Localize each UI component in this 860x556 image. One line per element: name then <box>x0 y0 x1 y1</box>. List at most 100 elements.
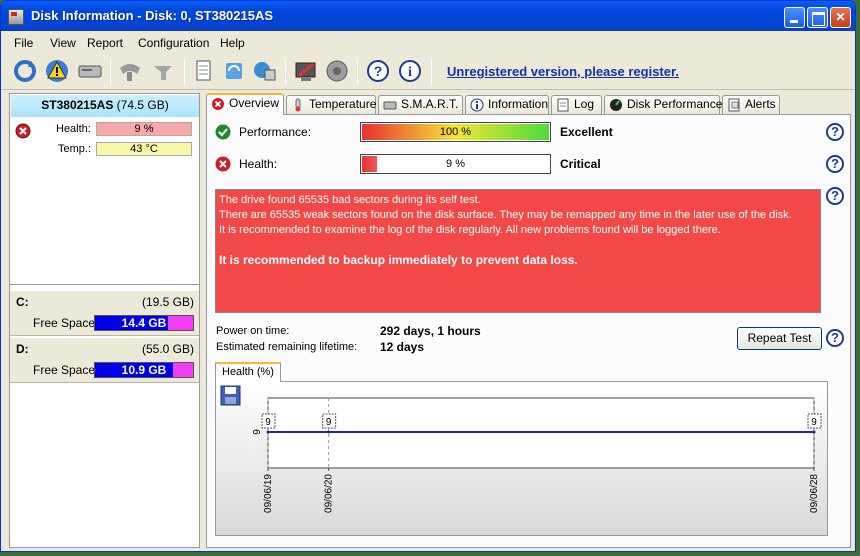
svg-text:?: ? <box>374 63 383 79</box>
pane-divider <box>10 284 199 285</box>
menu-file[interactable]: File <box>14 36 33 50</box>
toolbar-separator <box>110 59 111 85</box>
message-line: It is recommended to examine the log of … <box>219 224 721 236</box>
free-space-value: 14.4 GB <box>121 316 167 330</box>
data-point <box>327 430 331 434</box>
data-label: 9 <box>811 417 817 428</box>
sidebar-temp-value: 43 °C <box>130 143 158 155</box>
tab-disk-performance[interactable]: Disk Performance <box>604 95 722 114</box>
minimize-button[interactable] <box>784 7 805 28</box>
menu-configuration[interactable]: Configuration <box>138 36 209 50</box>
volume-size: (55.0 GB) <box>141 342 194 356</box>
menu-help[interactable]: Help <box>220 36 245 50</box>
log-icon <box>557 98 569 112</box>
volume-c[interactable]: C: (19.5 GB) Free Space 14.4 GB <box>10 291 199 336</box>
refresh-icon[interactable] <box>12 58 38 84</box>
free-space-bar: 14.4 GB <box>94 315 194 331</box>
performance-label: Performance: <box>239 125 312 139</box>
tab-label: Information <box>488 97 549 111</box>
critical-status-icon <box>15 123 31 139</box>
tab-label: Overview <box>229 96 280 110</box>
critical-icon <box>212 98 224 110</box>
thermometer-icon <box>295 98 301 112</box>
toolbar-separator <box>184 59 185 85</box>
toolbar-separator <box>357 59 358 85</box>
volume-letter: C: <box>16 295 29 309</box>
help-icon[interactable]: ? <box>826 187 844 205</box>
disk-app-icon <box>8 9 24 25</box>
data-point <box>266 430 270 434</box>
health-value: 9 % <box>446 158 465 170</box>
monitor-edit-icon[interactable] <box>293 58 319 84</box>
disk-list-pane: ST380215AS (74.5 GB) Health: 9 % Temp.: … <box>9 93 200 548</box>
alert-disk-icon[interactable] <box>44 58 70 84</box>
x-tick-label: 09/06/19 <box>263 474 274 513</box>
tab-overview[interactable]: Overview <box>206 93 284 115</box>
data-point <box>812 430 816 434</box>
speaker-icon[interactable] <box>324 58 350 84</box>
overview-panel: Performance: 100 % Excellent ? Health: 9… <box>206 114 851 548</box>
sync-icon[interactable] <box>221 58 247 84</box>
tab-label: S.M.A.R.T. <box>401 97 459 111</box>
hard-disk-icon <box>383 101 397 110</box>
tab-smart[interactable]: S.M.A.R.T. <box>378 95 463 114</box>
window-title: Disk Information - Disk: 0, ST380215AS <box>31 8 274 23</box>
menu-view[interactable]: View <box>50 36 76 50</box>
gauge-icon <box>610 99 622 111</box>
tab-label: Log <box>574 97 595 111</box>
svg-text:i: i <box>408 65 412 80</box>
info-icon <box>470 98 484 112</box>
free-space-label: Free Space <box>33 316 96 330</box>
performance-bar: 100 % <box>360 122 551 142</box>
data-label: 9 <box>326 417 332 428</box>
performance-value: 100 % <box>439 126 472 138</box>
sidebar-health-label: Health: <box>56 123 91 135</box>
health-status: Critical <box>560 157 601 171</box>
data-label: 9 <box>265 417 271 428</box>
menu-report[interactable]: Report <box>87 36 123 50</box>
tab-label: Alerts <box>745 97 776 111</box>
repeat-test-button[interactable]: Repeat Test <box>737 327 822 350</box>
ok-status-icon <box>215 124 231 140</box>
register-link[interactable]: Unregistered version, please register. <box>447 64 679 79</box>
tab-information[interactable]: Information <box>465 95 549 114</box>
tab-temperature[interactable]: Temperature <box>286 95 376 114</box>
health-bar: 9 % <box>360 154 551 174</box>
chart-tab-health[interactable]: Health (%) <box>215 362 281 382</box>
network-icon[interactable] <box>252 58 278 84</box>
help-icon[interactable]: ? <box>826 123 844 141</box>
disk-header[interactable]: ST380215AS (74.5 GB) <box>11 95 199 117</box>
health-chart: 9 9 9909/06/19 09/06/20 09/06/28 <box>252 397 822 513</box>
volume-d[interactable]: D: (55.0 GB) Free Space 10.9 GB <box>10 338 199 383</box>
backup-warning: It is recommended to backup immediately … <box>219 253 578 267</box>
message-line: There are 65535 weak sectors found on th… <box>219 209 792 221</box>
tab-log[interactable]: Log <box>551 95 602 114</box>
document-icon[interactable] <box>191 58 217 84</box>
y-tick-label: 9 <box>252 429 263 435</box>
settings-tool-icon[interactable] <box>150 58 176 84</box>
help-icon[interactable]: ? <box>365 58 391 84</box>
power-on-label: Power on time: <box>216 325 290 337</box>
maximize-button[interactable] <box>807 7 828 28</box>
tab-label: Temperature <box>309 97 377 111</box>
disk-model: ST380215AS <box>41 98 114 112</box>
message-line: The drive found 65535 bad sectors during… <box>219 194 481 206</box>
help-icon[interactable]: ? <box>826 329 844 347</box>
info-icon[interactable]: i <box>397 58 423 84</box>
free-space-label: Free Space <box>33 363 96 377</box>
disk-tool-icon[interactable] <box>117 58 143 84</box>
help-icon[interactable]: ? <box>826 155 844 173</box>
volume-size: (19.5 GB) <box>141 295 194 309</box>
critical-status-icon <box>215 156 231 172</box>
tab-alerts[interactable]: Alerts <box>722 95 780 114</box>
title-bar[interactable]: Disk Information - Disk: 0, ST380215AS ✕ <box>1 1 855 31</box>
menu-bar: File View Report Configuration Help <box>1 32 855 52</box>
hard-disk-icon[interactable] <box>77 58 103 84</box>
lifetime-label: Estimated remaining lifetime: <box>216 341 358 353</box>
close-button[interactable]: ✕ <box>830 7 851 28</box>
tab-strip: Overview Temperature S.M.A.R.T. Informat… <box>206 93 855 115</box>
toolbar-separator <box>285 59 286 85</box>
disk-size: (74.5 GB) <box>116 98 169 112</box>
free-space-bar: 10.9 GB <box>94 362 194 378</box>
alerts-icon <box>728 98 740 112</box>
